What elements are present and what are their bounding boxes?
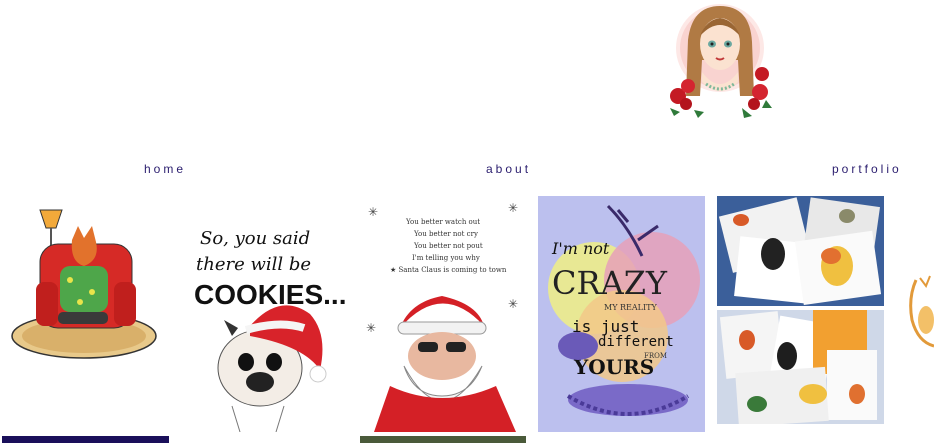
cat-cards-photo <box>717 196 884 306</box>
cookies-line-2: there will be <box>196 254 311 275</box>
santa-text-line-3: You better not pout <box>413 242 483 250</box>
pug-cookies-illustration: So, you said there will be COOKIES... <box>180 196 350 432</box>
santa-text-line-4: I'm telling you why <box>412 254 480 262</box>
partial-cat-illustration <box>906 270 934 350</box>
gallery-item-next-row-1[interactable] <box>2 436 169 443</box>
gallery-item-santa[interactable]: You better watch out You better not cry … <box>360 196 526 432</box>
santa-illustration: You better watch out You better not cry … <box>360 196 526 432</box>
nav-link-home[interactable]: home <box>144 162 186 176</box>
crazy-line-2: CRAZY <box>552 264 668 302</box>
svg-text:✳: ✳ <box>508 297 518 311</box>
gallery-item-not-crazy[interactable]: I'm not CRAZY MY REALITY is just differe… <box>538 196 705 432</box>
svg-text:✳: ✳ <box>508 201 518 215</box>
cookies-line-3: COOKIES... <box>194 279 346 310</box>
gallery-item-pug-cookies[interactable]: So, you said there will be COOKIES... <box>180 196 350 432</box>
nav-link-about[interactable]: about <box>486 162 531 176</box>
site-logo-portrait[interactable] <box>664 0 776 122</box>
gallery-item-partial-cat[interactable] <box>906 270 934 350</box>
gallery-item-cat-cards-bottom[interactable] <box>717 310 884 424</box>
cat-cards-stack-photo <box>717 310 884 424</box>
crazy-line-1: I'm not <box>551 239 610 258</box>
portrait-illustration <box>670 4 772 118</box>
gallery-item-cat-cards-top[interactable] <box>717 196 884 306</box>
crazy-line-5: different <box>598 334 674 350</box>
santa-text-line-2: You better not cry <box>413 230 478 238</box>
cookies-line-1: So, you said <box>200 228 310 249</box>
not-crazy-illustration: I'm not CRAZY MY REALITY is just differe… <box>538 196 705 432</box>
santa-text-line-5: ★ Santa Claus is coming to town <box>390 266 507 274</box>
gallery-item-fox-armchair[interactable] <box>0 196 170 432</box>
fox-armchair-illustration <box>0 196 170 432</box>
main-navigation: home about portfolio <box>0 162 934 178</box>
crazy-line-3: MY REALITY <box>604 303 657 312</box>
svg-text:✳: ✳ <box>366 321 376 335</box>
gallery-item-next-row-2[interactable] <box>360 436 526 443</box>
svg-text:✳: ✳ <box>368 205 378 219</box>
nav-link-portfolio[interactable]: portfolio <box>832 162 902 176</box>
santa-text-line-1: You better watch out <box>405 218 480 226</box>
